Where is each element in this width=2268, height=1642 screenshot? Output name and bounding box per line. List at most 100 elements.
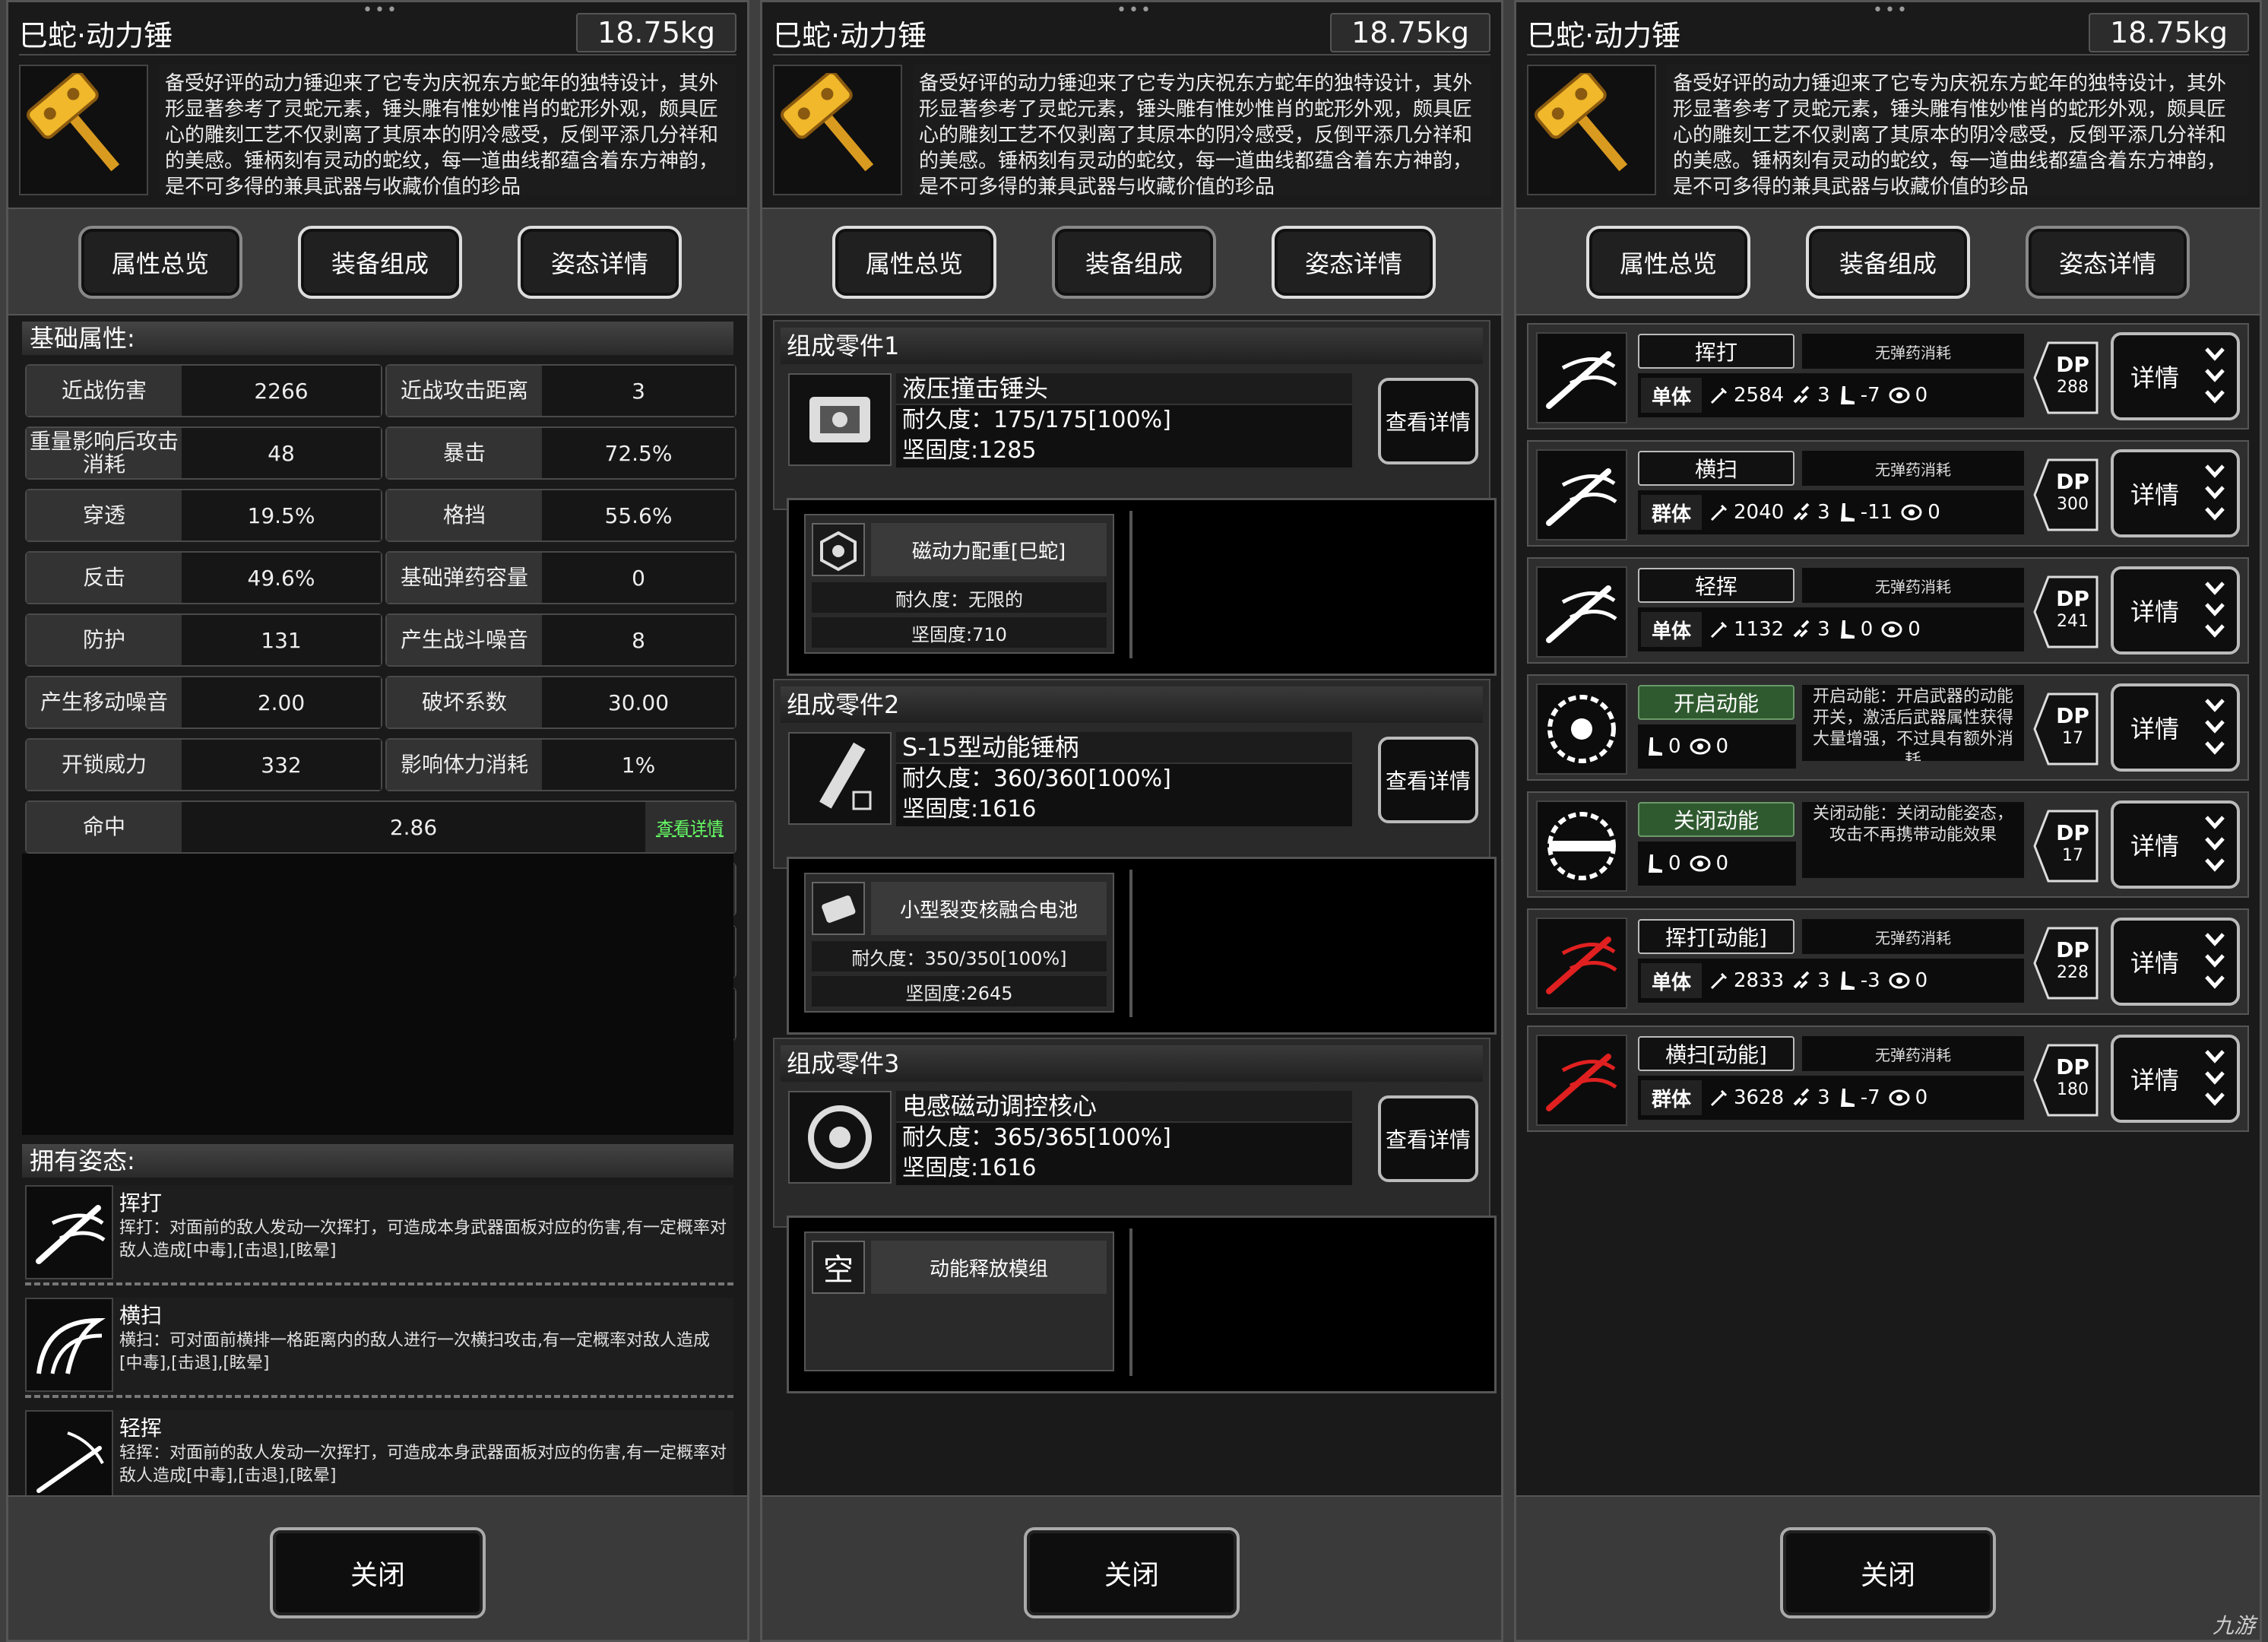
move-value: 0 [1668, 852, 1681, 875]
close-button[interactable]: 关闭 [1024, 1527, 1240, 1618]
stance-item[interactable]: 挥打 挥打：对面前的敌人发动一次挥打，可造成本身武器面板对应的伤害,有一定概率对… [25, 1185, 733, 1285]
action-name: 挥打 [1638, 334, 1794, 369]
empty-slot-icon: 空 [812, 1241, 865, 1294]
tab-components[interactable]: 装备组成 [298, 226, 462, 299]
tab-components[interactable]: 装备组成 [1806, 226, 1970, 299]
action-note: 开启动能：开启武器的动能开关，激活后武器属性获得大量增强，不过具有额外消耗 [1802, 685, 2024, 761]
detail-button[interactable]: 详情 [2111, 332, 2240, 420]
part-hardness: 坚固度:1616 [902, 796, 1037, 823]
attribute-value: 30.00 [542, 677, 735, 727]
hits-value: 3 [1817, 384, 1830, 407]
sub-component-card[interactable]: 小型裂变核融合电池 耐久度：350/350[100%] 坚固度:2645 [804, 873, 1114, 1013]
move-value: -11 [1860, 501, 1893, 524]
close-button[interactable]: 关闭 [270, 1527, 486, 1618]
weapon-description: 备受好评的动力锤迎来了它专为庆祝东方蛇年的独特设计，其外形显著参考了灵蛇元素，锤… [159, 65, 736, 195]
tab-bar: 属性总览 装备组成 姿态详情 [8, 208, 747, 315]
dp-value: 17 [2062, 729, 2083, 748]
title-bar: 巳蛇·动力锤 18.75kg [1527, 11, 2249, 55]
attribute-row: 基础弹药容量 0 [385, 551, 736, 604]
view-details-button[interactable]: 查看详情 [1378, 737, 1478, 823]
view-details-button[interactable]: 查看详情 [1378, 1095, 1478, 1182]
sub-component-card[interactable]: 磁动力配重[巳蛇] 耐久度：无限的 坚固度:710 [804, 514, 1114, 654]
noise-stat: 0 [1900, 501, 1940, 524]
detail-label: 详情 [2130, 715, 2180, 743]
hammer-head-icon [788, 373, 892, 466]
attribute-row: 影响体力消耗 1% [385, 738, 736, 791]
noise-value: 0 [1908, 618, 1921, 641]
close-button[interactable]: 关闭 [1780, 1527, 1996, 1618]
action-stats: 单体 2833 3 -3 0 [1638, 959, 2024, 1003]
dp-badge: DP 300 [2033, 452, 2099, 537]
divider [1129, 1228, 1132, 1376]
attribute-value: 19.5% [182, 490, 381, 540]
action-row: 挥打 无弹药消耗 单体 2584 3 -7 0 DP 288 详情 [1527, 323, 2249, 430]
attribute-value: 2.86 [182, 802, 645, 852]
attribute-row: 产生移动噪音 2.00 [25, 676, 382, 729]
part-name: 液压撞击锤头 [896, 373, 1352, 405]
tab-attributes[interactable]: 属性总览 [832, 226, 996, 299]
move-value: 0 [1860, 618, 1874, 641]
tab-attributes[interactable]: 属性总览 [1586, 226, 1750, 299]
damage-value: 3628 [1734, 1086, 1785, 1109]
detail-button[interactable]: 详情 [2111, 918, 2240, 1006]
action-row: 横扫[动能] 无弹药消耗 群体 3628 3 -7 0 DP 180 详情 [1527, 1025, 2249, 1132]
tab-stances[interactable]: 姿态详情 [1272, 226, 1436, 299]
attribute-value: 72.5% [542, 428, 735, 478]
hits-stat: 3 [1791, 618, 1830, 641]
attribute-value: 48 [182, 428, 381, 478]
attribute-row: 近战攻击距离 3 [385, 364, 736, 417]
tab-components[interactable]: 装备组成 [1052, 226, 1216, 299]
action-row: 开启动能 开启动能：开启武器的动能开关，激活后武器属性获得大量增强，不过具有额外… [1527, 674, 2249, 781]
detail-button[interactable]: 详情 [2111, 683, 2240, 772]
action-name: 关闭动能 [1638, 802, 1794, 837]
noise-stat: 0 [1689, 735, 1728, 758]
sub-component-name: 动能释放模组 [871, 1241, 1107, 1294]
kinetic-swing-icon [1536, 918, 1627, 1009]
light-swing-icon [25, 1410, 113, 1504]
weapon-weight: 18.75kg [576, 13, 736, 52]
detail-button[interactable]: 详情 [2111, 566, 2240, 655]
dp-badge: DP 17 [2033, 804, 2099, 889]
attribute-row: 穿透 19.5% [25, 489, 382, 542]
light-swing-icon [1536, 566, 1627, 658]
tab-stances[interactable]: 姿态详情 [518, 226, 682, 299]
weapon-weight: 18.75kg [1330, 13, 1490, 52]
chevron-down-icon [2205, 464, 2225, 521]
attribute-row: 反击 49.6% [25, 551, 382, 604]
damage-value: 2040 [1734, 501, 1785, 524]
attribute-row: 近战伤害 2266 [25, 364, 382, 417]
attribute-label: 暴击 [387, 428, 542, 478]
hammer-icon [1527, 65, 1656, 195]
target-type: 群体 [1641, 1080, 1702, 1115]
part-durability: 耐久度：360/360[100%] [902, 766, 1171, 792]
damage-value: 2584 [1734, 384, 1785, 407]
attribute-label: 产生移动噪音 [27, 677, 182, 727]
view-details-button[interactable]: 查看详情 [1378, 378, 1478, 464]
part-name: S-15型动能锤柄 [896, 732, 1352, 764]
battery-icon [812, 882, 865, 935]
tab-attributes[interactable]: 属性总览 [78, 226, 242, 299]
move-stat: 0 [1838, 618, 1874, 641]
detail-button[interactable]: 详情 [2111, 1035, 2240, 1123]
detail-button[interactable]: 详情 [2111, 800, 2240, 889]
view-details-link[interactable]: 查看详情 [645, 802, 735, 852]
action-stats: 群体 2040 3 -11 0 [1638, 490, 2024, 534]
move-stat: -7 [1838, 384, 1880, 407]
damage-stat: 3628 [1709, 1086, 1784, 1109]
stance-name: 横扫 [119, 1303, 163, 1328]
action-note: 无弹药消耗 [1802, 334, 2024, 369]
stance-item[interactable]: 横扫 横扫：可对面前横排一格距离内的敌人进行一次横扫攻击,有一定概率对敌人造成[… [25, 1298, 733, 1398]
tab-stances[interactable]: 姿态详情 [2026, 226, 2190, 299]
action-name: 轻挥 [1638, 568, 1794, 603]
hits-stat: 3 [1791, 501, 1830, 524]
component-part: 组成零件2 S-15型动能锤柄 耐久度：360/360[100%] 坚固度:16… [773, 679, 1490, 869]
move-stat: -11 [1838, 501, 1893, 524]
detail-button[interactable]: 详情 [2111, 449, 2240, 537]
attribute-label: 开锁威力 [27, 740, 182, 790]
sub-component-card[interactable]: 空 动能释放模组 [804, 1232, 1114, 1371]
sub-hardness: 坚固度:2645 [812, 976, 1107, 1006]
action-row: 轻挥 无弹药消耗 单体 1132 3 0 0 DP 241 详情 [1527, 557, 2249, 664]
noise-stat: 0 [1888, 1086, 1927, 1109]
dp-badge: DP 241 [2033, 569, 2099, 655]
attribute-value: 3 [542, 366, 735, 416]
